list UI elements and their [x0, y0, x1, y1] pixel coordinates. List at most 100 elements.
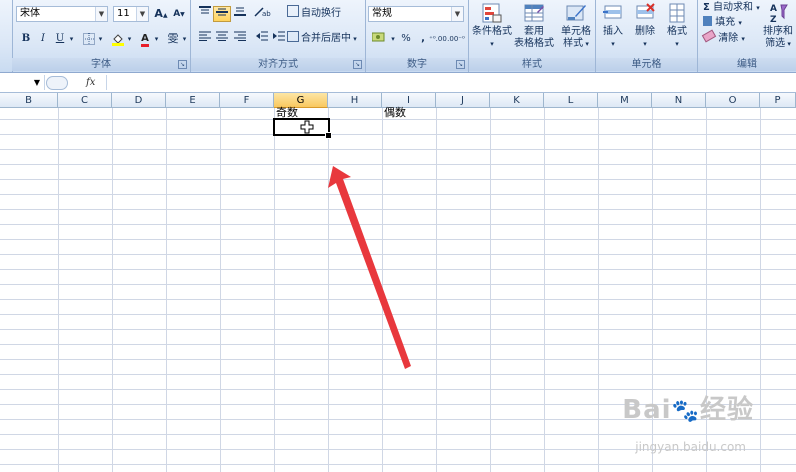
chevron-down-icon[interactable]: ▼	[95, 7, 107, 21]
border-icon	[83, 33, 95, 45]
increase-decimal-button[interactable]: ⁺⁰.00	[429, 31, 447, 47]
formula-input[interactable]	[106, 75, 796, 90]
column-header-c[interactable]: C	[58, 93, 112, 108]
underline-dropdown[interactable]: ▾	[67, 31, 76, 47]
shrink-font-button[interactable]: A▼	[170, 6, 188, 22]
sort-filter-label-1: 排序和	[763, 26, 793, 37]
sort-filter-label-2: 筛选 ▾	[765, 38, 791, 49]
align-bottom-icon	[234, 7, 246, 16]
number-format-value: 常规	[372, 8, 392, 19]
eraser-icon	[701, 29, 717, 43]
border-dropdown[interactable]: ▾	[96, 31, 105, 47]
italic-button[interactable]: I	[34, 31, 52, 47]
clear-button[interactable]: 清除 ▾	[701, 29, 745, 47]
svg-text:ab: ab	[262, 10, 271, 18]
font-size-combo[interactable]: 11 ▼	[113, 6, 149, 22]
grow-font-icon: A	[154, 7, 163, 20]
phonetic-dropdown[interactable]: ▾	[180, 31, 189, 47]
alignment-group-label: 对齐方式	[191, 58, 365, 71]
orientation-button[interactable]: ab	[251, 6, 275, 22]
insert-cells-icon	[603, 5, 622, 19]
column-header-l[interactable]: L	[544, 93, 598, 108]
font-color-dropdown[interactable]: ▾	[152, 31, 161, 47]
merge-center-button[interactable]: 合并后居中 ▾	[287, 30, 363, 48]
cell-styles-icon	[566, 5, 586, 21]
decrease-indent-icon	[256, 31, 268, 41]
align-bottom-button[interactable]	[231, 6, 249, 22]
chevron-down-icon: ▾	[351, 35, 357, 43]
fill-label: 填充	[715, 17, 736, 28]
column-header-o[interactable]: O	[706, 93, 760, 108]
merge-cells-icon	[287, 31, 299, 42]
column-header-f[interactable]: F	[220, 93, 274, 108]
format-as-table-button[interactable]: 套用 表格格式	[511, 2, 557, 50]
dialog-launcher-icon[interactable]: ↘	[456, 60, 465, 69]
formula-buttons: fx	[46, 75, 104, 90]
column-header-p[interactable]: P	[760, 93, 796, 108]
accounting-dropdown[interactable]: ▾	[389, 31, 397, 47]
watermark-url: jingyan.baidu.com	[635, 440, 746, 454]
format-as-table-label-1: 套用	[524, 26, 544, 37]
format-cells-icon	[669, 3, 685, 23]
formula-bar-grip[interactable]	[46, 76, 68, 90]
format-cells-button[interactable]: 格式 ▾	[654, 2, 700, 50]
font-color-icon: A	[141, 33, 149, 47]
chevron-down-icon: ▾	[490, 40, 494, 48]
align-middle-icon	[216, 8, 228, 16]
column-header-m[interactable]: M	[598, 93, 652, 108]
decrease-decimal-button[interactable]: .00⁻⁰	[447, 31, 465, 47]
sigma-icon: Σ	[703, 2, 710, 13]
chevron-down-icon[interactable]: ▼	[136, 7, 148, 21]
ribbon-group-font: 宋体 ▼ 11 ▼ A▲ A▼ B I U ▾ ▾ ▾ A ▾ 雯 ▾ 字体 ↘	[12, 0, 191, 72]
chevron-down-icon[interactable]: ▼	[34, 75, 40, 90]
ribbon-group-cells: 插入 ▾ 删除 ▾ 格式 ▾ 单元格	[596, 0, 698, 72]
conditional-formatting-button[interactable]: 条件格式 ▾	[469, 2, 515, 50]
column-header-d[interactable]: D	[112, 93, 166, 108]
insert-function-button[interactable]: fx	[86, 75, 95, 90]
grow-font-button[interactable]: A▲	[152, 6, 170, 22]
bold-button[interactable]: B	[17, 31, 35, 47]
ribbon: 宋体 ▼ 11 ▼ A▲ A▼ B I U ▾ ▾ ▾ A ▾ 雯 ▾ 字体 ↘…	[0, 0, 796, 73]
format-as-table-icon	[524, 4, 544, 22]
column-header-n[interactable]: N	[652, 93, 706, 108]
paw-icon: 🐾	[671, 399, 700, 424]
increase-indent-button[interactable]	[270, 31, 288, 47]
chevron-down-icon[interactable]: ▼	[451, 7, 463, 21]
align-center-icon	[216, 31, 228, 41]
align-top-button[interactable]	[196, 6, 214, 22]
percent-button[interactable]: %	[397, 31, 415, 47]
fill-color-dropdown[interactable]: ▾	[125, 31, 134, 47]
align-center-button[interactable]	[213, 31, 231, 47]
clear-label: 清除	[718, 33, 739, 44]
accounting-format-button[interactable]	[369, 31, 391, 47]
column-header-j[interactable]: J	[436, 93, 490, 108]
align-middle-button[interactable]	[213, 6, 231, 22]
autosum-button[interactable]: Σ 自动求和 ▾	[703, 0, 760, 16]
column-header-h[interactable]: H	[328, 93, 382, 108]
align-right-button[interactable]	[231, 31, 249, 47]
format-label: 格式	[667, 26, 687, 37]
format-as-table-label-2: 表格格式	[514, 38, 554, 49]
column-header-e[interactable]: E	[166, 93, 220, 108]
dialog-launcher-icon[interactable]: ↘	[353, 60, 362, 69]
chevron-down-icon: ▾	[741, 35, 745, 43]
fill-down-icon	[703, 16, 712, 26]
wrap-text-icon	[287, 5, 299, 17]
sort-filter-button[interactable]: A Z 排序和 筛选 ▾	[758, 2, 796, 50]
number-format-combo[interactable]: 常规 ▼	[368, 6, 464, 22]
wrap-text-button[interactable]: 自动换行	[287, 5, 363, 23]
fill-handle[interactable]	[325, 132, 332, 139]
column-header-b[interactable]: B	[0, 93, 58, 108]
cell-grid[interactable]: 奇数 偶数 Bai🐾经验 jingyan.baidu.com	[0, 105, 796, 472]
editing-group-label: 编辑	[698, 58, 796, 71]
chevron-down-icon: ▾	[738, 19, 742, 27]
dialog-launcher-icon[interactable]: ↘	[178, 60, 187, 69]
font-name-combo[interactable]: 宋体 ▼	[16, 6, 108, 22]
fill-button[interactable]: 填充 ▾	[703, 15, 742, 31]
font-group-label: 字体	[12, 58, 190, 71]
name-box[interactable]: ▼	[0, 75, 45, 90]
cell-i1[interactable]: 偶数	[384, 105, 406, 120]
align-left-button[interactable]	[196, 31, 214, 47]
decrease-indent-button[interactable]	[253, 31, 271, 47]
column-header-k[interactable]: K	[490, 93, 544, 108]
